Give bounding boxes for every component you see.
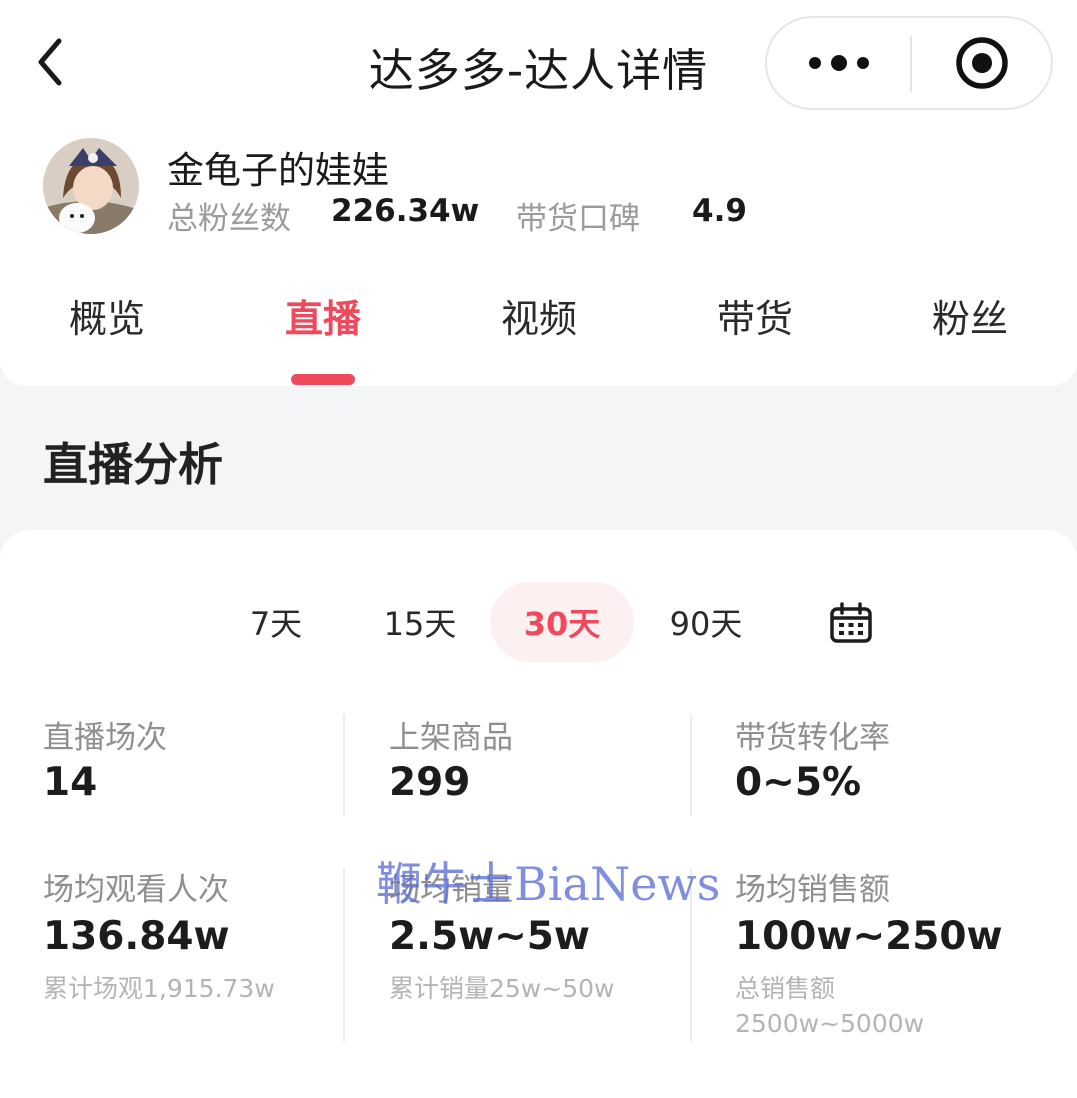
metric-value-avg-views: 136.84w	[43, 914, 230, 959]
metric-label-live-sessions: 直播场次	[43, 720, 167, 756]
metric-sub-total-views: 累计场观1,915.73w	[43, 974, 275, 1003]
range-7-days[interactable]: 7天	[232, 582, 320, 662]
metric-divider	[343, 868, 345, 1042]
close-mini-program-button[interactable]	[912, 18, 1051, 108]
metric-label-avg-sales-volume: 场均销量	[389, 872, 513, 908]
metric-value-avg-sales-volume: 2.5w~5w	[389, 914, 590, 959]
nav-bar: 达多多-达人详情	[0, 0, 1077, 125]
metric-label-avg-sales-amount: 场均销售额	[735, 872, 890, 908]
avatar-image	[43, 138, 139, 234]
metric-sub-total-sales-amount-value: 2500w~5000w	[735, 1009, 925, 1038]
user-name: 金龟子的娃娃	[167, 149, 389, 192]
tab-fans[interactable]: 粉丝	[890, 288, 1050, 343]
reputation-value: 4.9	[692, 193, 747, 229]
tab-video[interactable]: 视频	[459, 288, 619, 343]
range-30-days[interactable]: 30天	[490, 582, 634, 662]
metric-label-conversion-rate: 带货转化率	[735, 720, 890, 756]
followers-value: 226.34w	[331, 193, 480, 229]
calendar-icon	[830, 602, 872, 643]
active-tab-indicator	[291, 374, 355, 385]
metric-sub-total-sales-volume: 累计销量25w~50w	[389, 974, 615, 1003]
tab-goods[interactable]: 带货	[675, 288, 835, 343]
more-button[interactable]	[767, 18, 910, 108]
record-target-icon	[955, 37, 1008, 89]
followers-label: 总粉丝数	[167, 201, 291, 237]
metric-sub-total-sales-amount-label: 总销售额	[735, 974, 836, 1003]
tab-live[interactable]: 直播	[243, 288, 403, 343]
metric-divider	[343, 714, 345, 816]
calendar-button[interactable]	[823, 597, 879, 649]
range-15-days[interactable]: 15天	[370, 582, 470, 662]
header-card: 达多多-达人详情 金龟子的娃娃 总粉丝数 226.34w 带货口碑 4.9 概览…	[0, 0, 1077, 386]
metric-label-listed-products: 上架商品	[389, 720, 513, 756]
metric-value-listed-products: 299	[389, 760, 471, 805]
avatar[interactable]	[43, 138, 139, 234]
more-dots-icon	[808, 55, 869, 71]
metric-divider	[690, 868, 692, 1042]
range-90-days[interactable]: 90天	[656, 582, 756, 662]
mini-program-capsule	[765, 16, 1053, 110]
metric-value-avg-sales-amount: 100w~250w	[735, 914, 1003, 959]
tab-overview[interactable]: 概览	[27, 288, 187, 343]
reputation-label: 带货口碑	[516, 201, 640, 237]
metric-value-conversion-rate: 0~5%	[735, 760, 862, 805]
metric-value-live-sessions: 14	[43, 760, 98, 805]
section-title: 直播分析	[43, 438, 224, 491]
metric-divider	[690, 714, 692, 816]
metric-label-avg-views: 场均观看人次	[43, 872, 229, 908]
